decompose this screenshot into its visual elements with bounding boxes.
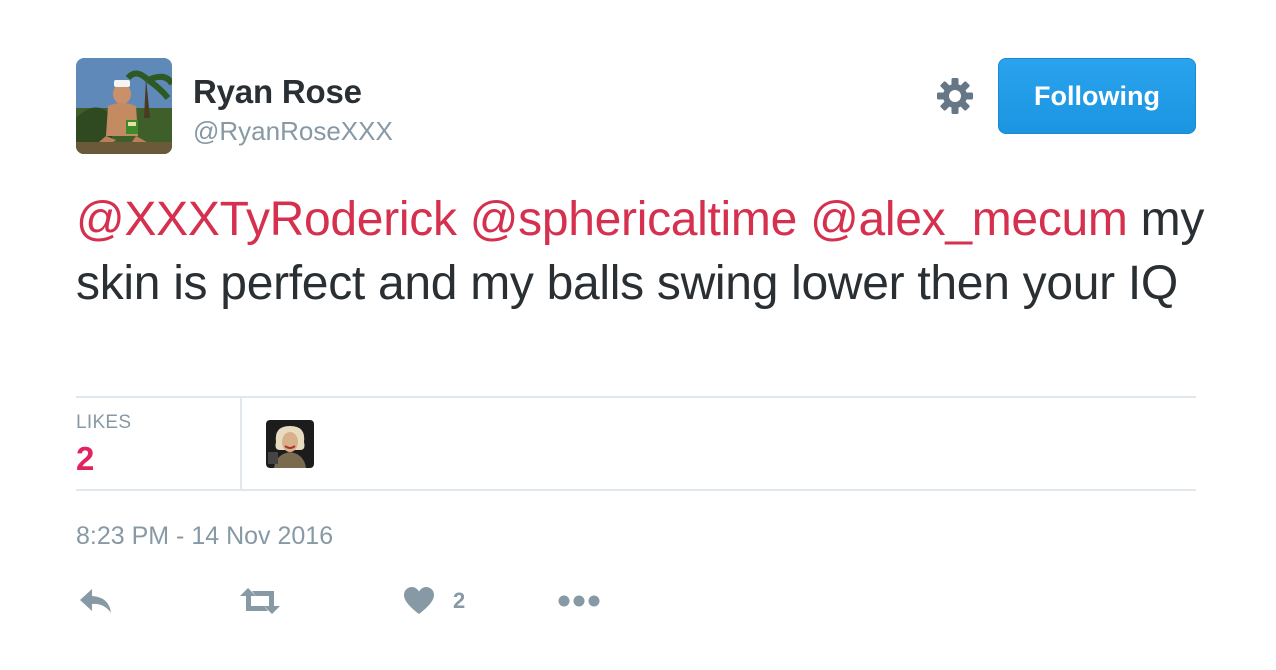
stats-divider-top (76, 396, 1196, 398)
reply-button[interactable] (78, 584, 114, 618)
more-button[interactable] (558, 584, 600, 618)
following-button[interactable]: Following (998, 58, 1196, 134)
stats-divider-bottom (76, 489, 1196, 491)
heart-icon (403, 586, 435, 616)
user-name[interactable]: Ryan Rose (193, 73, 362, 111)
likes-count[interactable]: 2 (76, 440, 94, 478)
user-avatar[interactable] (76, 58, 172, 154)
mention-link[interactable]: @XXXTyRoderick (76, 193, 457, 246)
like-button[interactable]: 2 (403, 584, 465, 618)
mention-link[interactable]: @sphericaltime (470, 193, 798, 246)
more-dots-icon (558, 594, 600, 608)
retweet-button[interactable] (238, 584, 282, 618)
mention-link[interactable]: @alex_mecum (810, 193, 1128, 246)
tweet-timestamp[interactable]: 8:23 PM - 14 Nov 2016 (76, 522, 333, 551)
like-count: 2 (453, 588, 466, 613)
retweet-icon (238, 586, 282, 616)
liker-avatar[interactable] (266, 420, 314, 468)
user-handle[interactable]: @RyanRoseXXX (193, 116, 393, 147)
tweet-text: @XXXTyRoderick @sphericaltime @alex_mecu… (76, 188, 1206, 316)
stats-divider-vertical (240, 398, 242, 489)
reply-icon (78, 586, 114, 616)
likes-label: LIKES (76, 412, 132, 433)
tweet-card: Ryan Rose @RyanRoseXXX Following @XXXTyR… (0, 0, 1276, 670)
gear-icon[interactable] (935, 76, 975, 116)
